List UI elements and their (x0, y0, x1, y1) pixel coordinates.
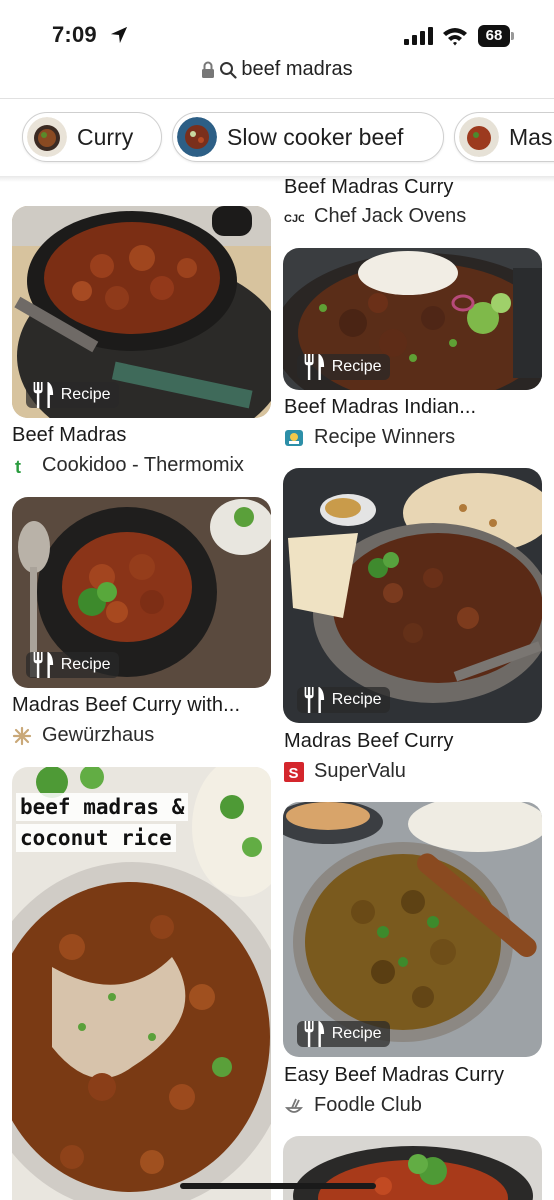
svg-text:CJO: CJO (284, 213, 304, 225)
pin-source[interactable]: S SuperValu (284, 760, 406, 783)
chip-curry[interactable]: Curry (22, 112, 162, 162)
recipe-badge: Recipe (297, 687, 390, 713)
recipe-badge: Recipe (297, 1021, 390, 1047)
pin-image[interactable]: Recipe (12, 497, 271, 688)
battery-level: 68 (478, 25, 510, 47)
related-searches-row: Curry Slow cooker beef Mas (0, 112, 554, 166)
source-name: Gewürzhaus (42, 724, 155, 746)
badge-label: Recipe (60, 386, 111, 403)
pin-source[interactable]: Foodle Club (284, 1094, 422, 1117)
pin-title[interactable]: Easy Beef Madras Curry (284, 1064, 544, 1087)
pin-source[interactable]: CJO Chef Jack Ovens (284, 205, 466, 228)
fork-knife-icon (304, 687, 325, 713)
thermomix-logo-icon: t (12, 456, 32, 476)
easy-beef-madras-photo (283, 802, 542, 1057)
fork-knife-icon (304, 354, 325, 380)
address-bar[interactable]: beef madras (0, 58, 554, 94)
supervalu-logo-icon: S (284, 761, 304, 782)
chip-label: Mas (509, 123, 553, 150)
pin-image[interactable]: Recipe (283, 468, 542, 723)
home-indicator[interactable] (180, 1183, 376, 1189)
chef-jack-ovens-logo-icon: CJO (284, 207, 304, 227)
recipe-badge: Recipe (26, 652, 119, 678)
svg-text:S: S (289, 765, 299, 782)
location-arrow-icon (110, 26, 128, 44)
pin-image[interactable]: Recipe (12, 206, 271, 418)
pin-source[interactable]: Recipe Winners (284, 426, 455, 449)
source-name: SuperValu (314, 760, 406, 782)
recipe-winners-logo-icon (284, 428, 304, 448)
recipe-badge: Recipe (26, 382, 119, 408)
chip-masala[interactable]: Mas (454, 112, 554, 162)
pin-title[interactable]: Beef Madras Curry (284, 176, 544, 199)
lock-icon (202, 61, 215, 78)
overlay-title-line-1: beef madras & (16, 793, 189, 821)
header-divider (0, 98, 554, 99)
source-name: Chef Jack Ovens (314, 205, 467, 227)
source-name: Recipe Winners (314, 426, 456, 448)
supervalu-madras-photo (283, 468, 542, 723)
cellular-signal-icon (404, 27, 433, 45)
badge-label: Recipe (331, 1025, 382, 1042)
fork-knife-icon (304, 1021, 325, 1047)
chip-label: Curry (77, 123, 134, 150)
pin-image[interactable] (283, 1136, 542, 1200)
search-icon (220, 61, 238, 79)
chip-thumbnail (177, 117, 217, 157)
search-query: beef madras (241, 58, 353, 80)
pin-source[interactable]: t Cookidoo - Thermomix (12, 454, 244, 477)
source-name: Foodle Club (314, 1094, 422, 1116)
gewurzhaus-logo-icon (12, 726, 32, 746)
chip-slow-cooker-beef[interactable]: Slow cooker beef (172, 112, 444, 162)
chip-label: Slow cooker beef (227, 123, 404, 150)
pin-title[interactable]: Beef Madras (12, 424, 271, 447)
curry-bowl-photo (283, 1136, 542, 1200)
pin-image[interactable]: Recipe (283, 248, 542, 390)
pin-image[interactable]: beef madras & coconut rice (12, 767, 271, 1200)
svg-text:t: t (15, 457, 21, 476)
chip-thumbnail (459, 117, 499, 157)
recipe-badge: Recipe (297, 354, 390, 380)
wifi-icon (443, 28, 467, 46)
pin-source[interactable]: Gewürzhaus (12, 724, 154, 747)
foodle-club-logo-icon (284, 1096, 304, 1116)
badge-label: Recipe (331, 691, 382, 708)
badge-label: Recipe (60, 656, 111, 673)
overlay-title-line-2: coconut rice (16, 824, 176, 852)
pin-title[interactable]: Beef Madras Indian... (284, 396, 544, 419)
badge-label: Recipe (331, 358, 382, 375)
battery-icon: 68 (478, 25, 516, 47)
source-name: Cookidoo - Thermomix (42, 454, 244, 476)
pin-title[interactable]: Madras Beef Curry (284, 730, 544, 753)
status-time: 7:09 (52, 22, 97, 47)
pin-image[interactable]: Recipe (283, 802, 542, 1057)
pin-title[interactable]: Madras Beef Curry with... (12, 694, 271, 717)
chip-thumbnail (27, 117, 67, 157)
fork-knife-icon (33, 652, 54, 678)
status-bar: 7:09 68 (0, 0, 554, 60)
fork-knife-icon (33, 382, 54, 408)
